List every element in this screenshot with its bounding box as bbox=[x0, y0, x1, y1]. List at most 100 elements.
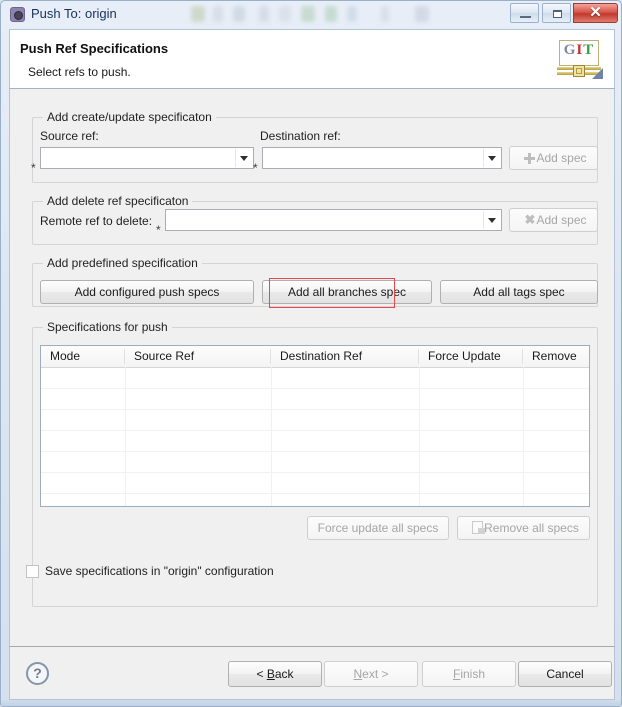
add-create-update-spec-button[interactable]: Add spec bbox=[509, 146, 598, 170]
column-header-source-ref-label: Source Ref bbox=[134, 349, 195, 363]
save-specifications-checkbox[interactable] bbox=[26, 565, 39, 578]
next-suffix: ext > bbox=[362, 667, 389, 681]
taskbar-ghost-5 bbox=[279, 6, 291, 22]
add-configured-push-specs-button[interactable]: Add configured push specs bbox=[40, 280, 254, 304]
help-icon[interactable]: ? bbox=[26, 662, 49, 685]
finish-button[interactable]: Finish bbox=[422, 661, 516, 687]
back-prefix: < bbox=[256, 667, 267, 681]
column-header-mode[interactable]: Mode bbox=[41, 346, 125, 367]
column-header-remove[interactable]: Remove bbox=[523, 346, 589, 367]
column-header-destination-ref-label: Destination Ref bbox=[280, 349, 363, 363]
column-header-force-update[interactable]: Force Update bbox=[419, 346, 523, 367]
source-ref-required-marker: * bbox=[31, 161, 36, 175]
remote-ref-to-delete-combo[interactable] bbox=[165, 209, 502, 231]
taskbar-ghost-2 bbox=[213, 6, 223, 22]
chevron-down-icon bbox=[488, 156, 496, 161]
git-logo-knot bbox=[573, 65, 585, 77]
remote-ref-combo-separator bbox=[483, 211, 484, 229]
chevron-down-icon bbox=[240, 156, 248, 161]
table-row[interactable] bbox=[41, 493, 589, 506]
next-button-label: Next > bbox=[325, 667, 417, 681]
close-button[interactable]: ✕ bbox=[573, 3, 618, 23]
table-row[interactable] bbox=[41, 430, 589, 452]
cancel-button-label: Cancel bbox=[546, 667, 584, 681]
column-header-source-ref[interactable]: Source Ref bbox=[125, 346, 271, 367]
column-header-remove-label: Remove bbox=[532, 349, 577, 363]
window-title: Push To: origin bbox=[31, 6, 117, 21]
dialog-header: Push Ref Specifications Select refs to p… bbox=[9, 29, 615, 89]
window-controls: ✕ bbox=[510, 3, 618, 25]
title-bar[interactable]: Push To: origin ✕ bbox=[1, 1, 621, 28]
add-delete-ref-spec-button[interactable]: ✖ Add spec bbox=[509, 208, 598, 232]
remote-ref-required-marker: * bbox=[156, 223, 161, 237]
table-row[interactable] bbox=[41, 472, 589, 494]
group-specs-for-push-label: Specifications for push bbox=[43, 320, 172, 334]
column-header-mode-label: Mode bbox=[50, 349, 81, 363]
push-to-origin-dialog: Push To: origin ✕ Push Ref Specification… bbox=[0, 0, 622, 707]
push-repo-icon bbox=[10, 7, 25, 22]
taskbar-ghost-9 bbox=[381, 6, 389, 22]
table-row[interactable] bbox=[41, 388, 589, 410]
taskbar-ghost-6 bbox=[301, 6, 315, 22]
page-title: Push Ref Specifications bbox=[20, 41, 169, 56]
table-body[interactable] bbox=[41, 367, 589, 506]
taskbar-ghost-1 bbox=[191, 6, 205, 22]
add-delete-ref-spec-label: Add spec bbox=[536, 213, 587, 227]
add-all-branches-spec-label: Add all branches spec bbox=[287, 285, 407, 299]
next-mnemonic: N bbox=[353, 667, 363, 681]
back-button[interactable]: < Back bbox=[228, 661, 322, 687]
destination-ref-combo-separator bbox=[483, 149, 484, 167]
group-delete-ref-label: Add delete ref specificaton bbox=[43, 194, 193, 208]
back-mnemonic: B bbox=[266, 667, 275, 681]
resize-corner-icon bbox=[592, 68, 603, 79]
table-header-row: Mode Source Ref Destination Ref Force Up… bbox=[41, 346, 589, 368]
taskbar-ghost-4 bbox=[259, 6, 269, 22]
add-all-tags-spec-button[interactable]: Add all tags spec bbox=[440, 280, 598, 304]
destination-ref-required-marker: * bbox=[253, 161, 258, 175]
back-button-label: < Back bbox=[229, 667, 321, 681]
git-logo-g: G bbox=[563, 42, 577, 58]
group-predefined-label: Add predefined specification bbox=[43, 256, 202, 270]
maximize-button[interactable] bbox=[541, 3, 571, 23]
add-configured-push-specs-label: Add configured push specs bbox=[74, 285, 220, 299]
taskbar-ghost-10 bbox=[415, 6, 429, 22]
table-row[interactable] bbox=[41, 451, 589, 473]
finish-suffix: inish bbox=[460, 667, 486, 681]
destination-ref-combo[interactable] bbox=[262, 147, 502, 169]
destination-ref-label: Destination ref: bbox=[260, 129, 341, 143]
source-ref-combo-separator bbox=[235, 149, 236, 167]
source-ref-combo[interactable] bbox=[40, 147, 254, 169]
git-logo-t: T bbox=[583, 42, 595, 58]
group-create-update-label: Add create/update specificaton bbox=[43, 110, 216, 124]
maximize-icon bbox=[552, 10, 562, 18]
table-row[interactable] bbox=[41, 367, 589, 389]
window-bottom-edge bbox=[1, 700, 621, 706]
remove-all-specs-button[interactable]: Remove all specs bbox=[457, 516, 590, 540]
taskbar-ghost-7 bbox=[325, 6, 337, 22]
save-specifications-checkbox-row[interactable]: Save specifications in "origin" configur… bbox=[26, 564, 426, 580]
table-row[interactable] bbox=[41, 409, 589, 431]
chevron-down-icon bbox=[488, 218, 496, 223]
add-create-update-spec-label: Add spec bbox=[536, 151, 587, 165]
add-all-branches-spec-button[interactable]: Add all branches spec bbox=[262, 280, 432, 304]
close-icon: ✕ bbox=[589, 4, 602, 21]
page-subtitle: Select refs to push. bbox=[28, 65, 131, 79]
source-ref-label: Source ref: bbox=[40, 129, 99, 143]
specifications-table[interactable]: Mode Source Ref Destination Ref Force Up… bbox=[40, 345, 590, 507]
add-all-tags-spec-label: Add all tags spec bbox=[473, 285, 565, 299]
force-update-all-specs-button[interactable]: Force update all specs bbox=[307, 516, 449, 540]
minimize-icon bbox=[520, 16, 532, 18]
cancel-button[interactable]: Cancel bbox=[518, 661, 612, 687]
taskbar-ghost-3 bbox=[233, 6, 245, 22]
back-suffix: ack bbox=[274, 667, 294, 681]
remote-ref-to-delete-label: Remote ref to delete: bbox=[40, 214, 153, 228]
taskbar-ghost-8 bbox=[347, 6, 357, 22]
column-header-destination-ref[interactable]: Destination Ref bbox=[271, 346, 419, 367]
dialog-footer: ? < Back Next > Finish Cancel bbox=[9, 646, 615, 700]
next-button[interactable]: Next > bbox=[324, 661, 418, 687]
save-specifications-label: Save specifications in "origin" configur… bbox=[45, 564, 274, 578]
column-header-force-update-label: Force Update bbox=[428, 349, 501, 363]
finish-button-label: Finish bbox=[423, 667, 515, 681]
remove-all-specs-label: Remove all specs bbox=[484, 521, 579, 535]
minimize-button[interactable] bbox=[510, 3, 540, 23]
